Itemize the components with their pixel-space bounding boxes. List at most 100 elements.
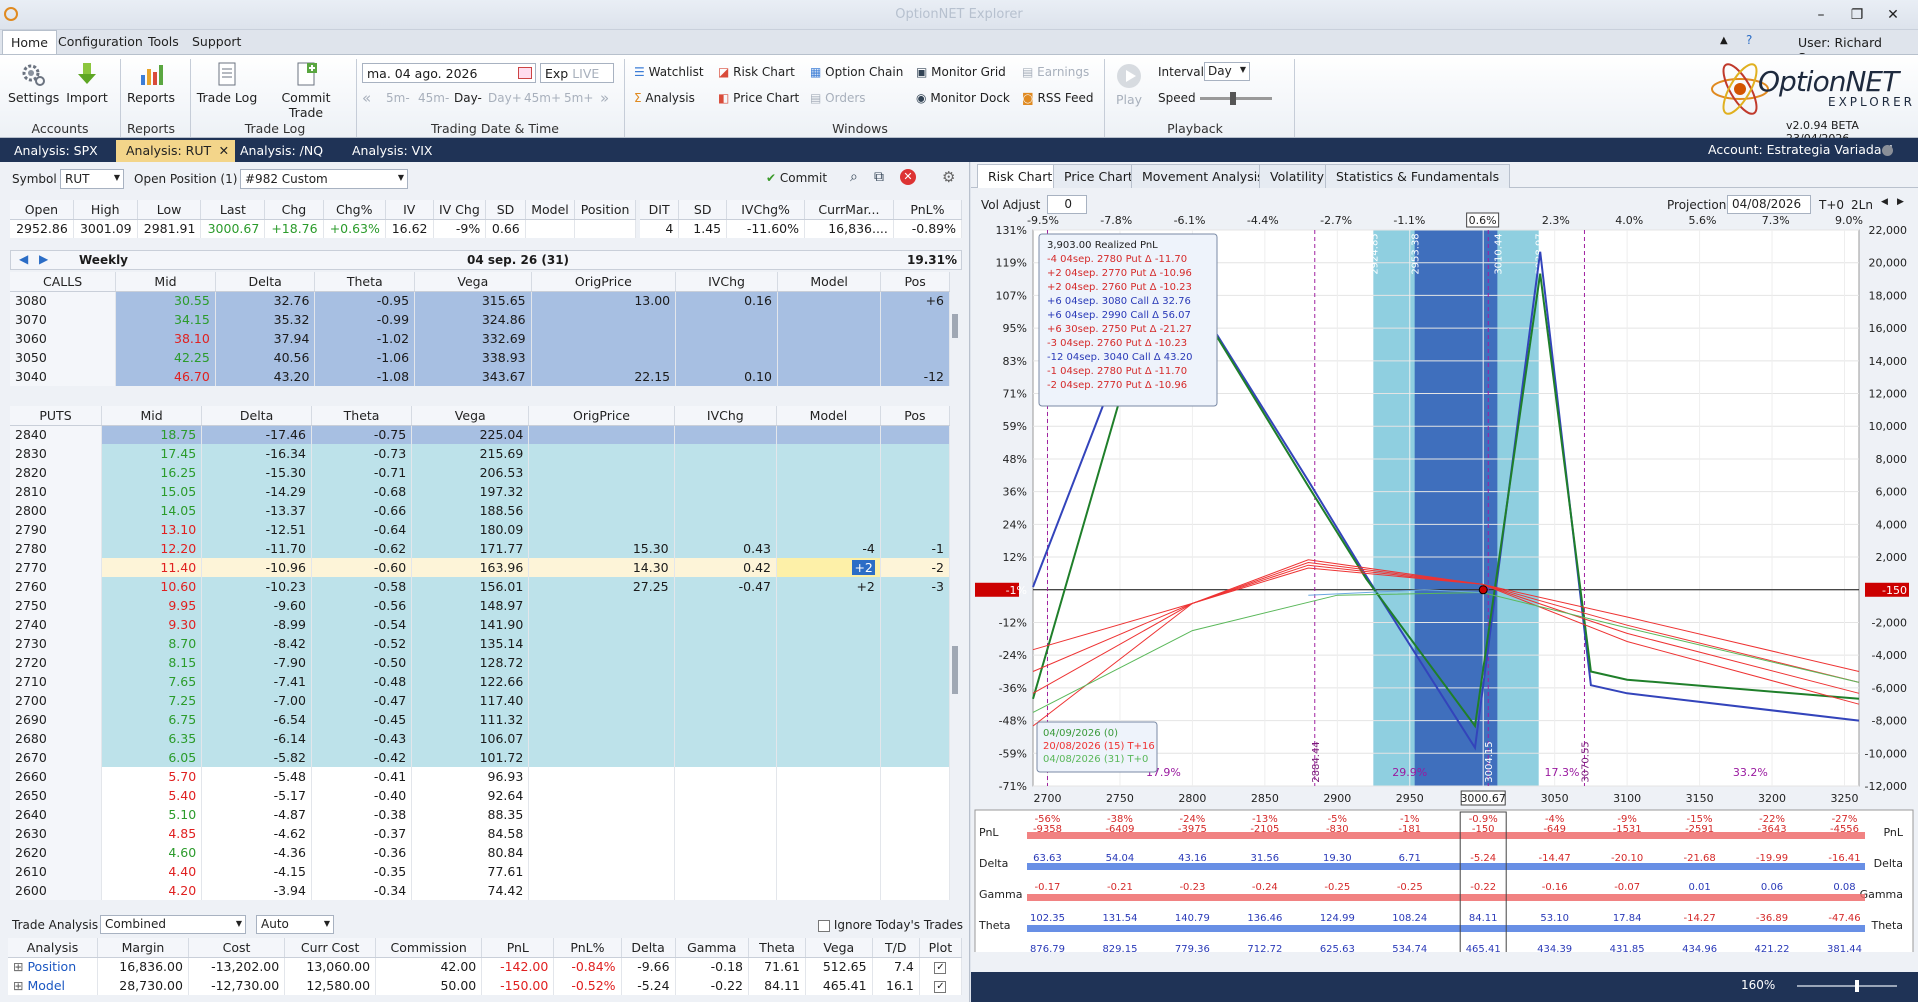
rss-feed-button[interactable]: ◙ RSS Feed [1022, 91, 1094, 105]
exp-live-toggle[interactable]: Exp LIVE [540, 63, 614, 83]
clone-icon[interactable]: ⧉ [874, 169, 884, 185]
monitor-dock-button[interactable]: ◉ Monitor Dock [916, 91, 1010, 105]
step-day-forward-button[interactable]: Day+ [488, 91, 522, 105]
ignore-todays-trades-checkbox[interactable]: Ignore Today's Trades [818, 918, 963, 932]
speed-slider[interactable] [1200, 92, 1272, 105]
trade-analysis-row[interactable]: ⊞ Model 28,730.00 -12,730.00 12,580.00 50.00… [8, 976, 963, 995]
chain-row[interactable]: 3070 34.15 35.32 -0.99 324.86 [10, 310, 950, 329]
trade-analysis-auto-select[interactable]: Auto ▼ [256, 915, 334, 934]
interval-select[interactable]: Day ▼ [1204, 62, 1250, 81]
expand-icon[interactable]: ⊞ [13, 959, 27, 974]
chain-row[interactable]: 2610 4.40 -4.15 -0.35 77.61 [10, 862, 951, 881]
chain-row[interactable]: 2650 5.40 -5.17 -0.40 92.64 [10, 786, 951, 805]
chain-row[interactable]: 2710 7.65 -7.41 -0.48 122.66 [10, 672, 951, 691]
step-45m-back-button[interactable]: 45m- [418, 91, 449, 105]
tab-risk-chart[interactable]: Risk Chart [977, 164, 1064, 188]
tab-analysis-nq[interactable]: Analysis: /NQ [230, 140, 333, 162]
delete-icon[interactable]: ✕ [900, 169, 916, 185]
chain-row[interactable]: 2820 16.25 -15.30 -0.71 206.53 [10, 463, 951, 482]
plot-checkbox[interactable]: ✓ [919, 957, 963, 976]
chain-row[interactable]: 2770 11.40 -10.96 -0.60 163.96 14.30 0.42 +2 -2 [10, 558, 951, 577]
minimize-button[interactable]: – [1806, 4, 1836, 26]
position-select[interactable]: #982 Custom ▼ [240, 169, 408, 189]
menu-home[interactable]: Home [2, 30, 57, 54]
settings-button[interactable]: Settings [8, 61, 59, 105]
chain-row[interactable]: 2620 4.60 -4.36 -0.36 80.84 [10, 843, 951, 862]
chain-row[interactable]: 2660 5.70 -5.48 -0.41 96.93 [10, 767, 951, 786]
chain-row[interactable]: 3040 46.70 43.20 -1.08 343.67 22.15 0.10 -12 [10, 367, 950, 386]
risk-chart-button[interactable]: ◪ Risk Chart [718, 65, 795, 79]
maximize-button[interactable]: ❐ [1842, 4, 1872, 26]
tab-movement-analysis[interactable]: Movement Analysis [1131, 164, 1275, 188]
monitor-grid-button[interactable]: ▣ Monitor Grid [916, 65, 1006, 79]
orders-button[interactable]: ▤ Orders [810, 91, 866, 105]
zoom-slider[interactable] [1797, 980, 1897, 992]
price-chart-button[interactable]: ◧ Price Chart [718, 91, 799, 105]
help-icon[interactable]: ? [1746, 33, 1752, 47]
step-back-fast-button[interactable]: « [362, 89, 371, 107]
step-day-back-button[interactable]: Day- [454, 91, 482, 105]
trade-analysis-mode-select[interactable]: Combined ▼ [100, 915, 246, 934]
tab-statistics-fundamentals[interactable]: Statistics & Fundamentals [1325, 164, 1511, 188]
trade-analysis-row[interactable]: ⊞ Position 16,836.00 -13,202.00 13,060.00 42… [8, 957, 963, 976]
chain-row[interactable]: 2700 7.25 -7.00 -0.47 117.40 [10, 691, 951, 710]
play-button[interactable]: Play [1110, 63, 1148, 107]
import-button[interactable]: Import [62, 61, 112, 105]
chain-row[interactable]: 2840 18.75 -17.46 -0.75 225.04 [10, 425, 951, 444]
tab-analysis-vix[interactable]: Analysis: VIX [342, 140, 443, 162]
chain-row[interactable]: 2640 5.10 -4.87 -0.38 88.35 [10, 805, 951, 824]
tab-analysis-rut[interactable]: Analysis: RUT ✕ [116, 140, 236, 162]
close-window-button[interactable]: ✕ [1878, 4, 1908, 26]
tab-volatility[interactable]: Volatility [1259, 164, 1335, 188]
chain-row[interactable]: 2720 8.15 -7.90 -0.50 128.72 [10, 653, 951, 672]
chain-row[interactable]: 3080 30.55 32.76 -0.95 315.65 13.00 0.16 +6 [10, 291, 950, 310]
prev-expiry-icon[interactable]: ◀ [19, 252, 28, 266]
step-left-icon[interactable]: ◀ [1881, 197, 1888, 207]
step-forward-fast-button[interactable]: » [600, 89, 609, 107]
trade-log-button[interactable]: Trade Log [196, 61, 258, 105]
chain-row[interactable]: 2750 9.95 -9.60 -0.56 148.97 [10, 596, 951, 615]
symbol-select[interactable]: RUT ▼ [60, 169, 124, 189]
option-chain-button[interactable]: ▦ Option Chain [810, 65, 903, 79]
chain-row[interactable]: 2730 8.70 -8.42 -0.52 135.14 [10, 634, 951, 653]
settings-gear-icon[interactable]: ⚙ [942, 168, 955, 186]
model-qty-edit[interactable]: +2 [852, 560, 875, 575]
chain-row[interactable]: 2760 10.60 -10.23 -0.58 156.01 27.25 -0.47 +2 -3 [10, 577, 951, 596]
chain-row[interactable]: 2630 4.85 -4.62 -0.37 84.58 [10, 824, 951, 843]
analysis-button[interactable]: Σ Analysis [634, 91, 695, 105]
next-expiry-icon[interactable]: ▶ [39, 252, 48, 266]
tab-analysis-spx[interactable]: Analysis: SPX [4, 140, 108, 162]
chain-row[interactable]: 2670 6.05 -5.82 -0.42 101.72 [10, 748, 951, 767]
menu-support[interactable]: Support [184, 30, 249, 54]
chain-row[interactable]: 2600 4.20 -3.94 -0.34 74.42 [10, 881, 951, 900]
chain-row[interactable]: 2680 6.35 -6.14 -0.43 106.07 [10, 729, 951, 748]
step-right-icon[interactable]: ▶ [1897, 197, 1904, 207]
chain-row[interactable]: 2740 9.30 -8.99 -0.54 141.90 [10, 615, 951, 634]
calendar-icon[interactable] [518, 67, 532, 79]
chain-row[interactable]: 3060 38.10 37.94 -1.02 332.69 [10, 329, 950, 348]
step-45m-forward-button[interactable]: 45m+ [524, 91, 561, 105]
collapse-ribbon-icon[interactable]: ▲ [1720, 35, 1728, 46]
chain-row[interactable]: 2780 12.20 -11.70 -0.62 171.77 15.30 0.43 -4 -1 [10, 539, 951, 558]
commit-trade-button[interactable]: Commit Trade [264, 61, 348, 120]
plot-checkbox[interactable]: ✓ [919, 976, 963, 995]
step-5m-forward-button[interactable]: 5m+ [564, 91, 593, 105]
chain-row[interactable]: 2790 13.10 -12.51 -0.64 180.09 [10, 520, 951, 539]
chain-row[interactable]: 2690 6.75 -6.54 -0.45 111.32 [10, 710, 951, 729]
commit-button[interactable]: ✔ Commit [766, 171, 827, 185]
speed-slider-thumb[interactable] [1230, 92, 1236, 105]
zoom-icon[interactable]: ⌕ [850, 169, 858, 185]
zoom-slider-thumb[interactable] [1855, 980, 1859, 992]
menu-configuration[interactable]: Configuration [50, 30, 151, 54]
earnings-button[interactable]: ▤ Earnings [1022, 65, 1089, 79]
puts-scrollbar[interactable] [950, 426, 960, 906]
reports-button[interactable]: Reports [125, 61, 177, 105]
expand-icon[interactable]: ⊞ [13, 978, 27, 993]
risk-chart[interactable]: 131% 22,000 119% 20,000 107% 18,000 95% 16,000 8… [971, 212, 1918, 952]
chain-row[interactable]: 2810 15.05 -14.29 -0.68 197.32 [10, 482, 951, 501]
calls-scrollbar[interactable] [950, 292, 960, 387]
menu-tools[interactable]: Tools [140, 30, 187, 54]
close-tab-icon[interactable]: ✕ [219, 140, 229, 162]
watchlist-button[interactable]: ☰ Watchlist [634, 65, 704, 79]
chain-row[interactable]: 2830 17.45 -16.34 -0.73 215.69 [10, 444, 951, 463]
